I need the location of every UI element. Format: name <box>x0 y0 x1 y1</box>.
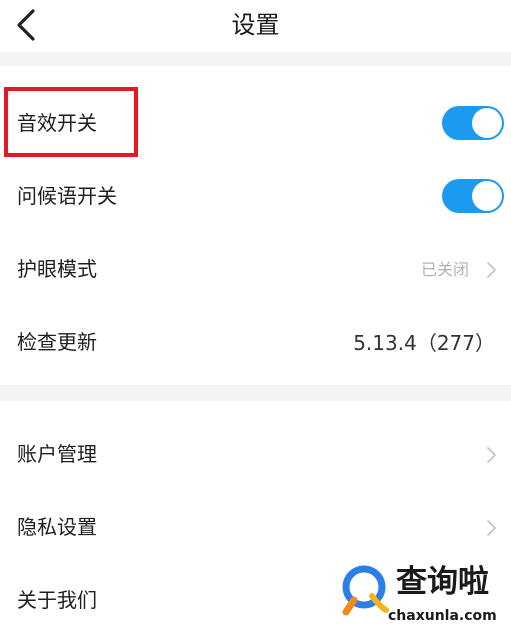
watermark: 查询啦 chaxunla.com <box>326 558 511 642</box>
row-label: 问候语开关 <box>17 184 117 208</box>
row-label: 账户管理 <box>17 442 97 466</box>
header: 设置 <box>0 0 511 52</box>
magnifier-logo-icon <box>338 563 390 616</box>
settings-row-greeting: 问候语开关 <box>0 160 511 232</box>
settings-row-account-management[interactable]: 账户管理 <box>0 418 511 490</box>
highlight-box <box>4 87 138 157</box>
toggle-knob <box>472 181 502 211</box>
chevron-right-icon <box>487 262 496 278</box>
settings-row-eye-protection[interactable]: 护眼模式 已关闭 <box>0 233 511 305</box>
watermark-url: chaxunla.com <box>388 608 497 624</box>
section-divider <box>0 385 511 401</box>
settings-row-check-update[interactable]: 检查更新 5.13.4（277） <box>0 306 511 378</box>
chevron-right-icon <box>487 447 496 463</box>
page-title: 设置 <box>231 11 280 39</box>
row-label: 检查更新 <box>17 330 97 354</box>
greeting-toggle[interactable] <box>442 179 504 213</box>
sound-effects-toggle[interactable] <box>442 106 504 140</box>
eye-protection-status: 已关闭 <box>420 260 469 279</box>
chevron-right-icon <box>487 520 496 536</box>
version-number: 5.13.4（277） <box>353 331 495 355</box>
row-label: 隐私设置 <box>17 515 97 539</box>
row-label: 关于我们 <box>17 588 97 612</box>
section-divider <box>0 52 511 66</box>
watermark-text: 查询啦 <box>396 564 489 600</box>
toggle-knob <box>472 108 502 138</box>
settings-row-privacy[interactable]: 隐私设置 <box>0 491 511 563</box>
row-label: 护眼模式 <box>17 257 97 281</box>
